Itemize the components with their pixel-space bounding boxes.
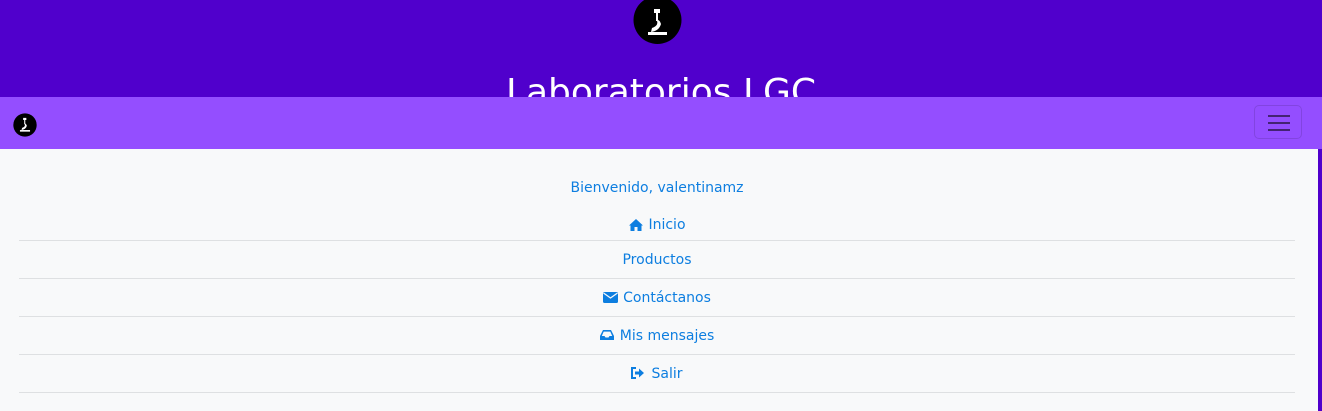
inbox-icon [599, 329, 616, 343]
menu-item-salir[interactable]: Salir [19, 355, 1295, 393]
menu-item-productos[interactable]: Productos [19, 241, 1295, 279]
sign-out-icon [631, 366, 647, 381]
site-header: Laboratorios LGC [0, 0, 1322, 113]
envelope-icon [603, 291, 619, 305]
menu-item-label: Mis mensajes [619, 327, 715, 344]
nav-menu-panel: Bienvenido, valentinamz Inicio Productos… [0, 149, 1318, 411]
welcome-link[interactable]: Bienvenido, valentinamz [19, 177, 1295, 199]
navbar-brand-logo[interactable] [12, 112, 38, 138]
menu-item-inicio[interactable]: Inicio [19, 209, 1295, 241]
microscope-icon [633, 0, 682, 45]
navbar-toggle-button[interactable] [1254, 105, 1302, 139]
menu-item-label: Inicio [648, 216, 686, 233]
page-edge-strip [1318, 149, 1322, 411]
menu-item-label: Productos [622, 251, 692, 268]
nav-menu: Inicio Productos Contáctanos Mis mensaje… [19, 209, 1295, 393]
menu-item-mis-mensajes[interactable]: Mis mensajes [19, 317, 1295, 355]
menu-item-contactanos[interactable]: Contáctanos [19, 279, 1295, 317]
home-icon [628, 218, 644, 232]
menu-item-label: Contáctanos [623, 289, 711, 306]
hamburger-menu-icon [1268, 115, 1290, 117]
menu-item-label: Salir [651, 365, 683, 382]
navbar [0, 97, 1322, 149]
